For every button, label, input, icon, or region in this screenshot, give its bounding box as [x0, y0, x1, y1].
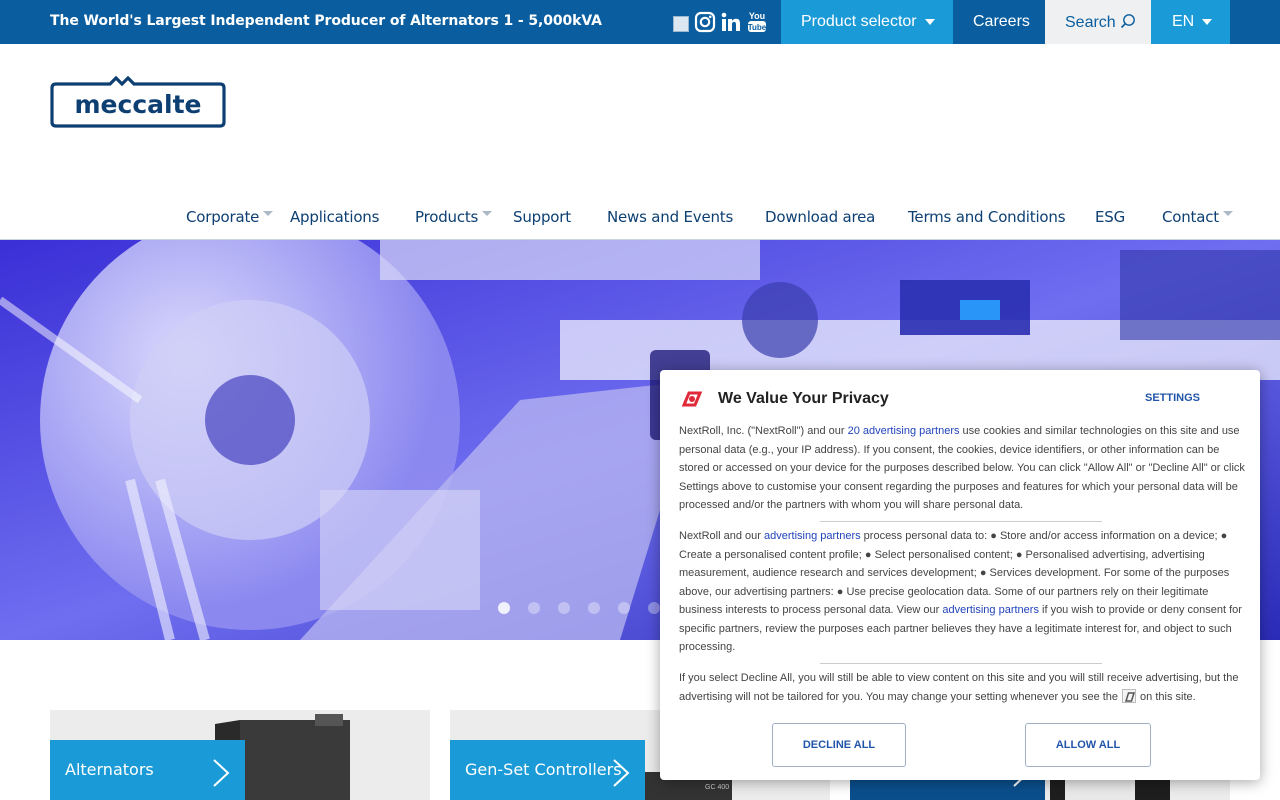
caret-down-icon: [263, 211, 274, 216]
slider-dot[interactable]: [528, 602, 540, 614]
slider-dot[interactable]: [588, 602, 600, 614]
privacy-paragraph: NextRoll and our advertising partners pr…: [679, 527, 1245, 657]
slider-dot[interactable]: [618, 602, 630, 614]
product-selector-button[interactable]: Product selector: [781, 0, 953, 44]
search-label: Search: [1065, 14, 1116, 31]
slider-dot[interactable]: [648, 602, 660, 614]
privacy-title: We Value Your Privacy: [718, 390, 889, 407]
slider-dot[interactable]: [558, 602, 570, 614]
meccalte-logo[interactable]: meccalte: [50, 75, 226, 128]
nav-item-products[interactable]: Products: [415, 208, 493, 226]
nav-label: Products: [415, 208, 479, 226]
divider: [820, 663, 1102, 664]
nav-label: Contact: [1162, 208, 1219, 226]
settings-button[interactable]: SETTINGS: [1145, 392, 1200, 404]
svg-text:meccalte: meccalte: [75, 90, 202, 119]
nav-item-contact[interactable]: Contact: [1162, 208, 1233, 226]
advertising-partners-link[interactable]: advertising partners: [764, 530, 861, 542]
text-segment: NextRoll, Inc. ("NextRoll") and our: [679, 425, 848, 437]
privacy-paragraph: NextRoll, Inc. ("NextRoll") and our 20 a…: [679, 422, 1245, 515]
decline-all-button[interactable]: DECLINE ALL: [772, 723, 906, 767]
product-selector-label: Product selector: [801, 13, 917, 30]
main-navigation: Corporate Applications Products Support …: [0, 200, 1280, 240]
language-selector[interactable]: EN: [1151, 0, 1230, 44]
nav-label: Corporate: [186, 208, 260, 226]
svg-text:You: You: [749, 11, 765, 21]
nav-item-support[interactable]: Support: [513, 208, 571, 226]
advertising-partners-link[interactable]: advertising partners: [942, 604, 1039, 616]
instagram-icon[interactable]: [694, 10, 716, 34]
top-bar: The World's Largest Independent Producer…: [0, 0, 1280, 44]
text-segment: use cookies and similar technologies on …: [679, 425, 1245, 511]
nav-item-corporate[interactable]: Corporate: [186, 208, 274, 226]
nav-item-download-area[interactable]: Download area: [765, 208, 875, 226]
nav-item-applications[interactable]: Applications: [290, 208, 379, 226]
caret-down-icon: [1222, 211, 1233, 216]
linkedin-icon[interactable]: [720, 10, 742, 34]
allow-all-button[interactable]: ALLOW ALL: [1025, 723, 1151, 767]
nav-item-esg[interactable]: ESG: [1095, 208, 1125, 226]
slider-dot[interactable]: [498, 602, 510, 614]
nextroll-logo-icon: [681, 391, 702, 407]
caret-down-icon: [482, 211, 493, 216]
card-title: Gen-Set Controllers: [465, 760, 622, 779]
privacy-paragraph: If you select Decline All, you will stil…: [679, 669, 1245, 706]
chevron-right-icon: [613, 759, 630, 787]
caret-down-icon: [1202, 18, 1213, 25]
card-title: Alternators: [65, 760, 154, 779]
nav-item-terms-and-conditions[interactable]: Terms and Conditions: [908, 208, 1066, 226]
advertising-partners-link[interactable]: 20 advertising partners: [848, 425, 960, 437]
youtube-icon[interactable]: You Tube: [747, 10, 767, 34]
svg-text:GC 400: GC 400: [705, 784, 729, 791]
text-segment: NextRoll and our: [679, 530, 764, 542]
privacy-settings-icon[interactable]: [1122, 688, 1137, 703]
search-button[interactable]: Search: [1045, 0, 1151, 44]
text-segment: on this site.: [1140, 690, 1196, 703]
slider-dots: [498, 602, 660, 614]
chevron-right-icon: [213, 759, 230, 787]
language-label: EN: [1172, 13, 1195, 30]
search-icon: [1120, 14, 1135, 29]
careers-link[interactable]: Careers: [953, 0, 1045, 44]
broken-image-icon[interactable]: [673, 16, 689, 32]
caret-down-icon: [924, 18, 935, 25]
divider: [820, 521, 1102, 522]
svg-text:Tube: Tube: [748, 23, 767, 32]
tagline: The World's Largest Independent Producer…: [50, 13, 602, 29]
privacy-consent-dialog: We Value Your Privacy SETTINGS NextRoll,…: [660, 370, 1260, 780]
card-alternators[interactable]: Alternators: [50, 710, 430, 800]
nav-item-news-and-events[interactable]: News and Events: [607, 208, 733, 226]
